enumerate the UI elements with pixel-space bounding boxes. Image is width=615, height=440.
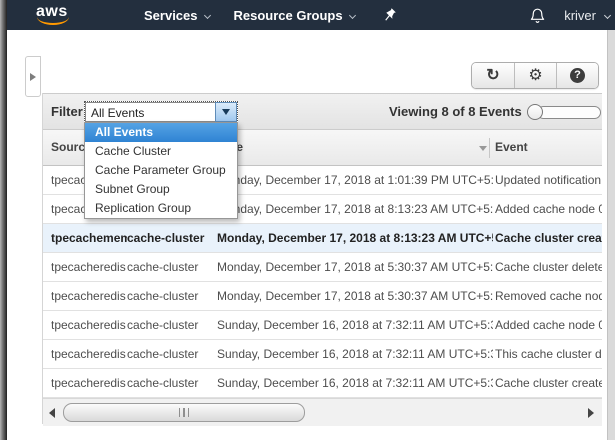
filter-dropdown-list: All Events Cache Cluster Cache Parameter… <box>84 122 238 219</box>
refresh-button[interactable] <box>472 63 514 88</box>
table-row[interactable]: tpecacheredis cache-cluster Sunday, Dece… <box>43 369 602 398</box>
cell-event: Cache cluster deleted <box>495 253 602 281</box>
refresh-icon <box>486 67 499 85</box>
cell-source: tpecacheredis <box>51 253 127 281</box>
filter-select[interactable]: All Events <box>84 101 238 123</box>
sort-descending-icon <box>479 146 487 151</box>
cell-source: tpecacheredis <box>51 340 127 368</box>
cell-event: Removed cache node <box>495 282 602 310</box>
services-label: Services <box>144 8 198 23</box>
viewing-range-slider[interactable] <box>527 104 607 121</box>
chevron-down-icon <box>349 11 356 18</box>
cell-source: tpecacheredis <box>51 311 127 339</box>
cell-type: cache-cluster <box>127 340 213 368</box>
cell-date: Monday, December 17, 2018 at 5:30:37 AM … <box>217 253 493 281</box>
grip-icon <box>183 408 185 417</box>
cell-event: Added cache node 00 <box>495 195 602 223</box>
viewing-count-text: Viewing 8 of 8 Events <box>389 94 522 130</box>
dropdown-option-cache-cluster[interactable]: Cache Cluster <box>85 142 237 161</box>
aws-logo-smile <box>37 16 69 25</box>
cell-type: cache-cluster <box>127 311 213 339</box>
scroll-right-arrow-icon[interactable] <box>588 408 594 418</box>
pin-shortcut-button[interactable] <box>382 7 397 23</box>
cell-type: cache-cluster <box>127 282 213 310</box>
horizontal-scrollbar[interactable] <box>43 398 602 426</box>
table-row[interactable]: tpecacheredis cache-cluster Monday, Dece… <box>43 253 602 282</box>
table-row[interactable]: tpecacheredis cache-cluster Monday, Dece… <box>43 282 602 311</box>
services-menu[interactable]: Services <box>144 8 210 23</box>
dropdown-option-all-events[interactable]: All Events <box>85 123 237 142</box>
cell-date: Sunday, December 16, 2018 at 7:32:11 AM … <box>217 369 493 397</box>
chevron-right-icon <box>30 73 36 81</box>
column-divider <box>489 138 490 158</box>
window-left-edge <box>0 0 7 440</box>
aws-logo[interactable]: aws <box>36 3 78 27</box>
filter-selected-value: All Events <box>85 102 215 122</box>
cell-source: tpecacheredis <box>51 282 127 310</box>
cell-event: Added cache node 00 <box>495 311 602 339</box>
table-row-selected[interactable]: tpecachemem cache-cluster Monday, Decemb… <box>43 224 602 253</box>
dropdown-option-subnet-group[interactable]: Subnet Group <box>85 180 237 199</box>
help-icon <box>570 68 585 83</box>
cell-date: Monday, December 17, 2018 at 8:13:23 AM … <box>217 224 493 252</box>
chevron-down-icon <box>604 11 611 18</box>
scroll-left-arrow-icon[interactable] <box>49 408 55 418</box>
notifications-button[interactable] <box>529 7 546 24</box>
chevron-down-icon <box>222 109 230 115</box>
window-right-edge <box>607 30 615 440</box>
slider-knob[interactable] <box>527 104 543 120</box>
resource-groups-label: Resource Groups <box>234 8 343 23</box>
cell-date: Monday, December 17, 2018 at 8:13:23 AM … <box>217 195 493 223</box>
table-row[interactable]: tpecacheredis cache-cluster Sunday, Dece… <box>43 340 602 369</box>
help-button[interactable] <box>556 63 598 88</box>
cell-date: Sunday, December 16, 2018 at 7:32:11 AM … <box>217 340 493 368</box>
top-navbar: aws Services Resource Groups kriver <box>0 0 615 30</box>
cell-source: tpecachemem <box>51 224 127 252</box>
cell-date: Sunday, December 16, 2018 at 7:32:11 AM … <box>217 311 493 339</box>
cell-event: This cache cluster do <box>495 340 602 368</box>
settings-button[interactable] <box>514 63 556 88</box>
cell-date: Monday, December 17, 2018 at 5:30:37 AM … <box>217 282 493 310</box>
filter-label: Filter: <box>51 94 87 130</box>
cell-event: Updated notification to <box>495 166 602 194</box>
chevron-down-icon <box>203 11 210 18</box>
column-header-date[interactable]: Date <box>217 130 475 165</box>
dropdown-option-replication-group[interactable]: Replication Group <box>85 199 237 218</box>
cell-type: cache-cluster <box>127 224 213 252</box>
bell-icon <box>529 7 546 24</box>
cell-type: cache-cluster <box>127 369 213 397</box>
resource-groups-menu[interactable]: Resource Groups <box>234 8 355 23</box>
username: kriver <box>564 8 596 23</box>
grip-icon <box>179 408 181 417</box>
cell-date: Monday, December 17, 2018 at 1:01:39 PM … <box>217 166 493 194</box>
filter-select-open-button[interactable] <box>215 102 237 122</box>
scrollbar-thumb[interactable] <box>63 403 305 422</box>
table-row[interactable]: tpecacheredis cache-cluster Sunday, Dece… <box>43 311 602 340</box>
pushpin-icon <box>382 7 397 23</box>
gear-icon <box>528 67 542 85</box>
table-toolbar <box>471 62 599 89</box>
cell-type: cache-cluster <box>127 253 213 281</box>
user-menu[interactable]: kriver <box>564 8 612 23</box>
sidebar-expand-button[interactable] <box>25 56 41 97</box>
cell-source: tpecacheredis <box>51 369 127 397</box>
cell-event: Cache cluster created <box>495 369 602 397</box>
aws-console-window: aws Services Resource Groups kriver <box>0 0 615 440</box>
column-header-event[interactable]: Event <box>495 130 602 165</box>
slider-track <box>537 106 601 119</box>
grip-icon <box>188 408 190 417</box>
dropdown-option-cache-parameter-group[interactable]: Cache Parameter Group <box>85 161 237 180</box>
cell-event: Cache cluster created <box>495 224 602 252</box>
